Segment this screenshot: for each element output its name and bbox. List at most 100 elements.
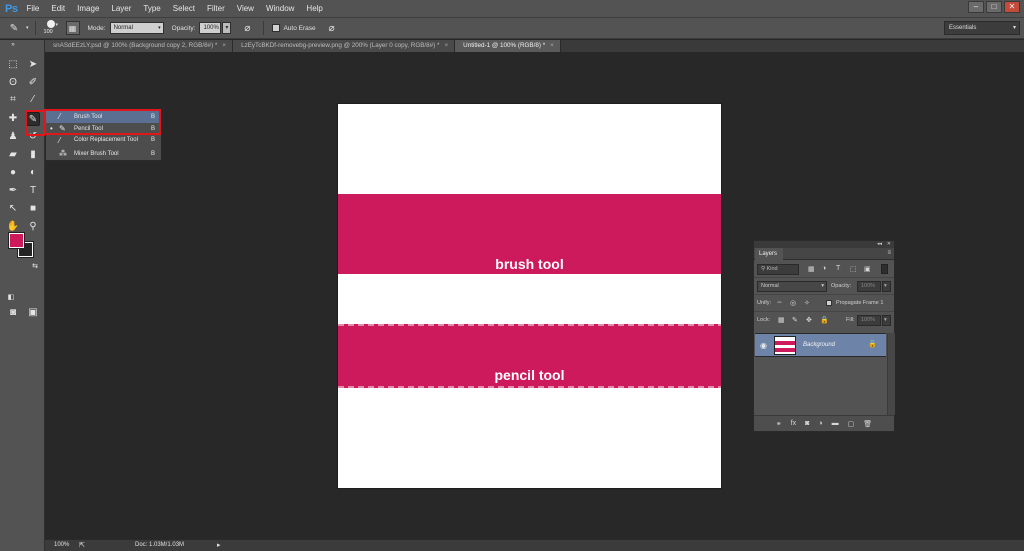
crop-tool-icon[interactable]: ⌗ — [6, 93, 20, 107]
shape-filter-icon[interactable]: ⬚ — [850, 265, 857, 273]
pressure-opacity-icon[interactable]: ⌀ — [239, 20, 255, 36]
brush-panel-toggle-icon[interactable]: ▦ — [65, 21, 80, 35]
blur-tool-icon[interactable]: ● — [6, 166, 20, 180]
mode-select[interactable]: Normal ▾ — [109, 22, 164, 34]
menu-layer[interactable]: Layer — [111, 4, 131, 13]
hand-tool-icon[interactable]: ✋ — [6, 220, 20, 234]
document-canvas[interactable]: brush tool pencil tool — [338, 104, 721, 488]
dodge-tool-icon[interactable]: ◐ — [26, 166, 40, 180]
new-layer-icon[interactable]: ▢ — [848, 420, 855, 428]
rectangle-tool-icon[interactable]: ■ — [26, 202, 40, 216]
menu-file[interactable]: File — [26, 4, 39, 13]
status-menu-arrow-icon[interactable]: ▸ — [217, 540, 221, 551]
type-tool-icon[interactable]: T — [26, 184, 40, 198]
fill-slider-toggle[interactable]: ▾ — [882, 315, 891, 326]
pressure-size-icon[interactable]: ⌀ — [324, 20, 340, 36]
menu-type[interactable]: Type — [143, 4, 160, 13]
quick-selection-tool-icon[interactable]: ✐ — [26, 76, 40, 90]
menu-filter[interactable]: Filter — [207, 4, 225, 13]
eyedropper-tool-icon[interactable]: ⁄ — [26, 93, 40, 107]
pencil-preset-icon[interactable]: ✎ — [6, 20, 22, 36]
collapse-icon[interactable]: » — [6, 41, 20, 49]
unify-position-icon[interactable]: ⇔ — [776, 299, 783, 306]
close-icon[interactable]: × — [550, 42, 554, 49]
trash-icon[interactable]: 🗑 — [863, 420, 872, 428]
fill-input[interactable]: 100% — [857, 315, 881, 326]
path-selection-tool-icon[interactable]: ↖ — [6, 202, 20, 216]
filter-toggle[interactable] — [881, 264, 888, 274]
tab-document-3[interactable]: Untitled-1 @ 100% (RGB/8) * × — [455, 40, 561, 52]
menu-help[interactable]: Help — [306, 4, 322, 13]
flyout-item-color-replacement-tool[interactable]: ⁄ Color Replacement Tool B — [46, 136, 161, 147]
lock-all-icon[interactable]: 🔒 — [820, 316, 829, 324]
pen-tool-icon[interactable]: ✒ — [6, 184, 20, 198]
menu-edit[interactable]: Edit — [51, 4, 65, 13]
menu-bar: Ps File Edit Image Layer Type Select Fil… — [0, 0, 1024, 17]
quick-mask-icon[interactable]: ◙ — [6, 306, 20, 320]
link-layers-icon[interactable]: ⚭ — [776, 420, 782, 428]
menu-select[interactable]: Select — [173, 4, 195, 13]
restore-button[interactable]: □ — [986, 1, 1002, 13]
move-tool-icon[interactable]: ➤ — [26, 58, 40, 72]
close-button[interactable]: ✕ — [1004, 1, 1020, 13]
default-colors-icon[interactable]: ◧ — [4, 291, 18, 305]
tab-document-1[interactable]: snASdEEzLY.psd @ 100% (Background copy 2… — [45, 40, 234, 52]
eye-icon[interactable]: ◉ — [760, 341, 767, 350]
panel-menu-icon[interactable]: ≡ — [887, 250, 891, 256]
minimize-button[interactable]: – — [968, 1, 984, 13]
opacity-slider-toggle[interactable]: ▾ — [222, 22, 232, 34]
eraser-tool-icon[interactable]: ▰ — [6, 148, 20, 162]
close-panel-icon[interactable]: ✕ — [887, 241, 891, 247]
new-group-icon[interactable]: ▬ — [832, 420, 839, 427]
add-mask-icon[interactable]: ◙ — [805, 420, 809, 427]
gradient-tool-icon[interactable]: ▮ — [26, 148, 40, 162]
chevron-down-icon: ▾ — [821, 283, 824, 289]
blend-mode-select[interactable]: Normal ▾ — [757, 281, 827, 292]
lock-pixels-icon[interactable]: ✎ — [792, 316, 798, 324]
tab-layers[interactable]: Layers — [755, 248, 784, 260]
adjustment-layer-icon[interactable]: ◑ — [818, 420, 822, 427]
marquee-tool-icon[interactable]: ⬚ — [6, 58, 20, 72]
filter-kind-value: Kind — [766, 266, 778, 272]
menu-image[interactable]: Image — [77, 4, 99, 13]
layer-opacity-input[interactable]: 100% — [857, 281, 881, 292]
foreground-color-swatch-top[interactable] — [8, 232, 25, 249]
filter-kind-select[interactable]: ⚲ Kind — [757, 264, 799, 275]
clone-stamp-tool-icon[interactable]: ♟ — [6, 130, 20, 144]
unify-visibility-icon[interactable]: ◎ — [790, 299, 796, 307]
collapse-icon[interactable]: ◂◂ — [877, 241, 882, 247]
zoom-tool-icon[interactable]: ⚲ — [26, 220, 40, 234]
auto-erase-checkbox[interactable] — [272, 24, 281, 32]
propagate-checkbox[interactable] — [826, 300, 832, 306]
close-icon[interactable]: × — [444, 42, 448, 49]
divider — [34, 21, 36, 35]
pixel-filter-icon[interactable]: ▦ — [808, 265, 815, 273]
close-icon[interactable]: × — [222, 42, 226, 49]
unify-style-icon[interactable]: ✧ — [804, 299, 810, 307]
swap-colors-icon[interactable]: ⇆ — [28, 260, 42, 274]
layers-scrollbar[interactable] — [887, 333, 895, 415]
zoom-level[interactable]: 100% — [54, 540, 69, 551]
flyout-item-mixer-brush-tool[interactable]: ⁂ Mixer Brush Tool B — [46, 148, 161, 160]
opacity-input[interactable]: 100% — [199, 22, 222, 34]
tab-document-2[interactable]: LzEyTcBKDf-removebg-preview.png @ 200% (… — [233, 40, 456, 52]
type-filter-icon[interactable]: T — [836, 265, 840, 272]
adjustment-filter-icon[interactable]: ◑ — [822, 265, 826, 272]
unify-label: Unify: — [757, 300, 772, 306]
smart-object-filter-icon[interactable]: ▣ — [864, 265, 871, 273]
layer-opacity-slider-toggle[interactable]: ▾ — [882, 281, 891, 292]
lock-position-icon[interactable]: ✥ — [806, 316, 812, 324]
screen-mode-icon[interactable]: ▣ — [26, 306, 40, 320]
brush-size-picker[interactable]: 100 ▾ — [44, 19, 60, 37]
lasso-tool-icon[interactable]: ʘ — [6, 76, 20, 90]
menu-view[interactable]: View — [237, 4, 254, 13]
lock-transparent-icon[interactable]: ▦ — [778, 316, 785, 324]
preset-dropdown-arrow-icon[interactable]: ▾ — [26, 25, 29, 31]
aliased-edge-top — [338, 324, 721, 326]
menu-window[interactable]: Window — [266, 4, 294, 13]
workspace-switcher[interactable]: Essentials ▾ — [944, 21, 1020, 35]
healing-brush-tool-icon[interactable]: ✚ — [6, 112, 20, 126]
share-icon[interactable]: ⇱ — [79, 540, 85, 551]
fx-icon[interactable]: fx — [791, 420, 796, 427]
layer-row-background[interactable]: Background 🔒 — [755, 333, 886, 357]
